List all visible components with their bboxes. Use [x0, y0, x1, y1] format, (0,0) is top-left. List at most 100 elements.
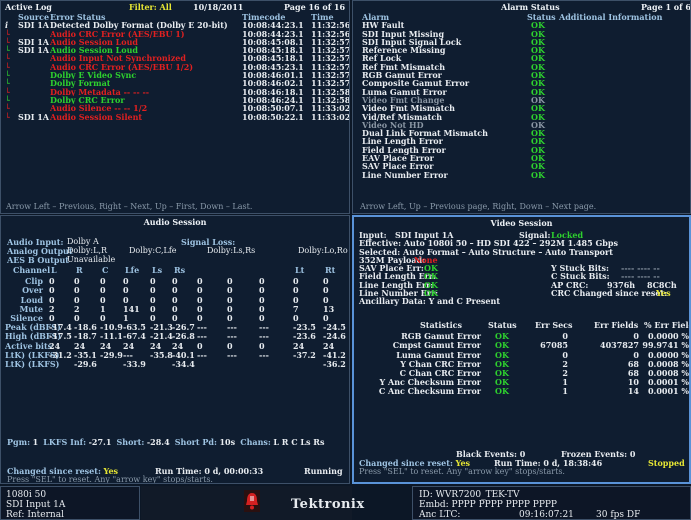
audio-running-status[interactable]: Running [304, 466, 343, 476]
alarm-bell-icon [244, 490, 260, 512]
aes-b-output-value: Unavailable [67, 254, 116, 264]
lkfs-inf-value: -27.1 [88, 437, 112, 447]
audio-cell: -29.6 [74, 358, 97, 369]
audio-meter-table: Channel L R C Lfe Ls Rs Lt Rt Clip 0 0 0 0 0 0 0 0 0 0 0 Ove… [5, 266, 349, 369]
audio-cell: -35.8 [150, 349, 173, 360]
log-status: Dolby E Video Sync [50, 71, 137, 80]
log-status: Audio Session Loud [50, 37, 138, 47]
status-bar-left: 1080i 50 SDI Input 1A Ref: Internal [0, 486, 140, 520]
audio-config: Audio Input: Dolby A Signal Loss: Analog… [7, 237, 348, 265]
alarm-status-value: OK [531, 169, 545, 180]
log-status: Audio CRC Error (AES/EBU 1) [50, 29, 185, 38]
video-statistics-table: Statistics Status Err Secs Err Fields % Err … [358, 321, 689, 397]
anc-ltc-value: 09:16:07:21 [519, 510, 574, 520]
aes-b-output-label: AES B Output [7, 254, 69, 265]
audio-cell: -29.9 [100, 349, 123, 360]
video-config: Input: SDI Input 1A Signal: Locked Effec… [359, 231, 689, 306]
col-additional-info: Additional Information [559, 12, 663, 22]
active-log-panel: Active Log Filter: All 10/18/2011 Page 1… [0, 0, 350, 214]
audio-input-value: Dolby A [67, 237, 99, 246]
audio-cell: --- [197, 349, 207, 360]
stats-body: RGB Gamut Error OK 0 0 0.0000 % Cmpst Gamut E… [358, 332, 689, 397]
analog-output-3: Dolby:Ls,Rs [207, 246, 256, 256]
loudness-summary: Pgm: 1 LKFS Inf: -27.1 Short: -28.4 Shor… [7, 437, 324, 447]
log-timecode: 10:08:50:22.1 [242, 111, 304, 122]
stats-status: OK [495, 386, 509, 397]
video-format: 1080i 50 [6, 490, 47, 500]
log-status: Detected Dolby Format (Dolby E 20-bit) [50, 21, 228, 30]
audio-col-header: L [51, 265, 57, 275]
pgm-label: Pgm: [7, 437, 31, 447]
status-bar-center: Tektronix [141, 486, 364, 520]
alarm-row[interactable]: Reference Missing OK [353, 46, 690, 55]
audio-row-label: LtK) (LKFS) [5, 358, 60, 369]
signal-loss-label: Signal Loss: [181, 237, 236, 247]
short-value: -28.4 [146, 437, 170, 447]
audio-meter-row: LtK) (LKFS) -29.6 -33.9 -34.4 -36.2 [5, 358, 349, 369]
tektronix-logo: Tektronix [291, 497, 365, 512]
audio-session-footer: Press "SEL" to reset. Any "arrow key" st… [7, 475, 213, 484]
audio-cell: --- [227, 349, 237, 360]
active-log-list: i SDI 1A Detected Dolby Format (Dolby E 20… [1, 21, 349, 121]
pgm-value: 1 [32, 437, 39, 447]
audio-col-header: Lfe [125, 265, 140, 275]
device-id: ID: WVR7200_TEK-TV [419, 490, 520, 500]
audio-table-body: Clip 0 0 0 0 0 0 0 0 0 0 0 Over 0 0 0 0 0 0 0 0 0 0 0 Loud 0 0 0 0 0 0… [5, 277, 349, 369]
log-source: SDI 1A [18, 20, 50, 31]
active-log-filter[interactable]: Filter: All [129, 1, 172, 13]
audio-cell: -36.2 [323, 358, 346, 369]
video-session-panel: Video Session Input: SDI Input 1A Signal… [352, 215, 691, 484]
audio-session-panel: Audio Session Audio Input: Dolby A Signa… [0, 215, 350, 484]
audio-table-header: Channel L R C Lfe Ls Rs Lt Rt [5, 265, 349, 275]
stats-col-header: Err Fields [594, 320, 639, 330]
audio-col-header: Rs [174, 265, 186, 275]
stats-name: C Anc Checksum Error [378, 386, 481, 397]
stats-pct: 0.0001 % [647, 386, 689, 397]
stats-col-header: Err Secs [535, 320, 573, 330]
log-status: Audio Silence -- -- 1/2 [50, 104, 148, 113]
audio-col-header: Rt [325, 265, 336, 275]
alarm-status-footer: Arrow Left, Up – Previous page, Right, D… [360, 202, 597, 211]
log-status: Audio Input Not Synchronized [50, 54, 186, 63]
log-time: 11:33:02 [311, 111, 350, 122]
log-status: Audio Session Loud [50, 46, 138, 55]
audio-cell: -33.9 [123, 358, 146, 369]
audio-col-header: Channel [13, 265, 51, 275]
stats-secs: 1 [562, 386, 568, 397]
audio-input-label: Audio Input: [7, 237, 64, 247]
stats-header: Statistics Status Err Secs Err Fields % Err … [358, 320, 689, 330]
log-status: Dolby CRC Error [50, 95, 125, 105]
alarm-list: HW Fault OK SDI Input Missing OK SDI Input S… [353, 21, 690, 179]
ancillary-data: Ancillary Data: Y and C Present [359, 296, 501, 307]
chans-label: Chans: [240, 437, 271, 447]
stats-col-header: Statistics [420, 320, 463, 330]
stats-col-header: % Err Fields [644, 320, 689, 330]
audio-cell: -34.4 [172, 358, 195, 369]
active-log-date: 10/18/2011 [193, 2, 244, 12]
video-stopped-status[interactable]: Stopped [648, 458, 685, 468]
audio-cell: --- [259, 349, 269, 360]
active-log-footer: Arrow Left – Previous, Right – Next, Up … [6, 202, 253, 211]
chans-value: L R C Ls Rs [273, 437, 325, 447]
log-row[interactable]: └ SDI 1A Audio Session Silent 10:08:50:22.1… [1, 111, 350, 122]
audio-col-header: C [102, 265, 109, 275]
error-icon: └ [5, 111, 10, 122]
log-status: Audio Session Silent [50, 112, 143, 121]
alarm-row[interactable]: Line Number Error OK [353, 169, 690, 180]
status-bar-right: ID: WVR7200_TEK-TV Embd: PPPP PPPP PPPP … [412, 486, 691, 520]
audio-cell: -37.2 [293, 349, 316, 360]
short-pd-label: Short Pd: [174, 437, 217, 447]
audio-col-header: R [76, 265, 83, 275]
audio-session-title: Audio Session [143, 217, 207, 227]
reference: Ref: Internal [6, 510, 64, 520]
log-source: SDI 1A [18, 45, 50, 56]
crc-changed-label: CRC Changed since reset: [551, 288, 668, 299]
anc-ltc-label: Anc LTC: [419, 510, 461, 520]
audio-col-header: Ls [152, 265, 163, 275]
analog-output-4: Dolby:Lo,Ro [298, 246, 348, 256]
analog-output-2: Dolby:C,Lfe [129, 246, 177, 256]
lkfs-inf-label: LKFS Inf: [43, 437, 87, 447]
alarm-name: Line Number Error [362, 169, 448, 180]
alarm-status-panel: Alarm Status Page 1 of 6 Alarm Status Ad… [352, 0, 691, 214]
short-label: Short: [116, 437, 145, 447]
